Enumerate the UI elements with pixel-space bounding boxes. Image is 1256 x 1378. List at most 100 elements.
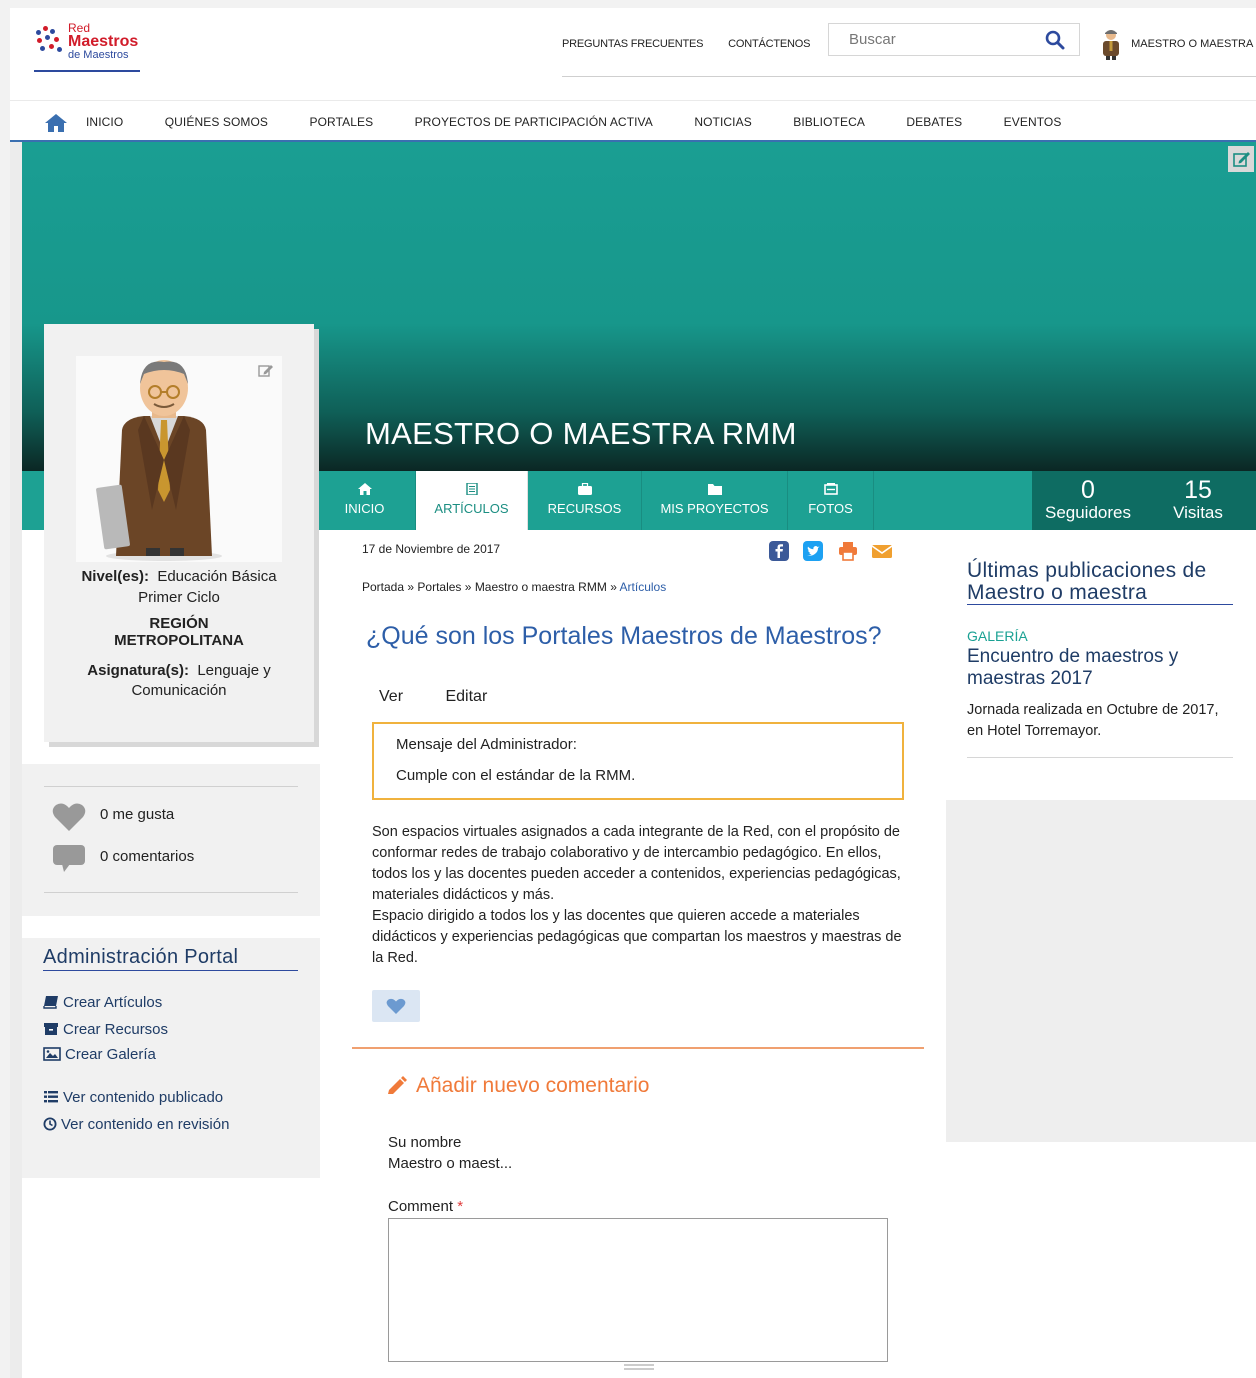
breadcrumb-portada[interactable]: Portada bbox=[362, 580, 404, 594]
home-icon[interactable] bbox=[44, 113, 68, 133]
nav-item-debates[interactable]: DEBATES bbox=[906, 115, 962, 129]
nivel-label: Nivel(es): bbox=[81, 568, 149, 585]
like-button[interactable] bbox=[372, 990, 420, 1022]
add-comment-heading: Añadir nuevo comentario bbox=[386, 1074, 649, 1098]
article-date: 17 de Noviembre de 2017 bbox=[362, 542, 501, 556]
search-input[interactable] bbox=[829, 24, 1029, 55]
comment-textarea[interactable] bbox=[388, 1218, 888, 1362]
textarea-resize-grip[interactable] bbox=[624, 1364, 654, 1370]
share-buttons bbox=[768, 540, 901, 567]
add-comment-title: Añadir nuevo comentario bbox=[416, 1074, 650, 1097]
folder-icon bbox=[707, 484, 722, 495]
create-gallery-label: Crear Galería bbox=[65, 1046, 156, 1063]
contact-link[interactable]: CONTÁCTENOS bbox=[728, 38, 810, 50]
article-title: ¿Qué son los Portales Maestros de Maestr… bbox=[366, 622, 882, 650]
followers-count: 0 bbox=[1081, 476, 1095, 504]
asignatura-row: Asignatura(s): Lenguaje y bbox=[44, 661, 314, 681]
view-published-link[interactable]: Ver contenido publicado bbox=[43, 1089, 223, 1106]
breadcrumb-separator: » bbox=[464, 580, 472, 594]
nav-item-inicio[interactable]: INICIO bbox=[86, 115, 123, 129]
article-paragraph-2: Espacio dirigido a todos los y las docen… bbox=[372, 908, 902, 966]
edit-banner-button[interactable] bbox=[1228, 146, 1254, 172]
nivel-row: Nivel(es): Educación Básica bbox=[44, 567, 314, 587]
nav-item-eventos[interactable]: EVENTOS bbox=[1004, 115, 1062, 129]
nav-item-noticias[interactable]: NOTICIAS bbox=[694, 115, 751, 129]
nav-item-quienes-somos[interactable]: QUIÉNES SOMOS bbox=[165, 115, 268, 129]
nav-item-proyectos[interactable]: PROYECTOS DE PARTICIPACIÓN ACTIVA bbox=[415, 115, 653, 129]
tab-label: FOTOS bbox=[808, 501, 853, 516]
create-resources-link[interactable]: Crear Recursos bbox=[43, 1021, 168, 1038]
breadcrumb-separator: » bbox=[407, 580, 415, 594]
likes-count: 0 me gusta bbox=[100, 806, 175, 823]
logo-dots-icon bbox=[34, 26, 64, 54]
archive-icon bbox=[44, 1023, 58, 1035]
tab-recursos[interactable]: RECURSOS bbox=[528, 471, 642, 530]
search-icon[interactable] bbox=[1045, 30, 1065, 50]
visits-count: 15 bbox=[1184, 476, 1212, 504]
tab-ver[interactable]: Ver bbox=[379, 688, 403, 705]
followers-label: Seguidores bbox=[1044, 503, 1131, 522]
breadcrumb-portales[interactable]: Portales bbox=[417, 580, 461, 594]
home-icon bbox=[357, 483, 372, 495]
heart-icon bbox=[386, 998, 406, 1014]
nivel-value: Educación Básica bbox=[157, 568, 277, 585]
create-resources-label: Crear Recursos bbox=[63, 1021, 169, 1038]
user-menu[interactable]: MAESTRO O MAESTRA ... bbox=[1100, 28, 1256, 60]
site-logo[interactable]: Red Maestros de Maestros bbox=[34, 22, 144, 72]
comment-label-row: Comment * bbox=[388, 1198, 463, 1215]
admin-panel-title: Administración Portal bbox=[43, 946, 298, 971]
followers-stat[interactable]: 0 Seguidores bbox=[1042, 477, 1134, 523]
view-published-label: Ver contenido publicado bbox=[63, 1089, 224, 1106]
logo-text-maestros: Maestros bbox=[68, 33, 139, 50]
comment-bubble-icon bbox=[53, 845, 85, 872]
tab-fotos[interactable]: FOTOS bbox=[788, 471, 874, 530]
left-gutter bbox=[10, 142, 22, 1378]
article-icon bbox=[465, 483, 478, 495]
nav-item-biblioteca[interactable]: BIBLIOTECA bbox=[793, 115, 865, 129]
list-icon bbox=[44, 1091, 58, 1103]
edit-avatar-icon[interactable] bbox=[258, 362, 274, 378]
asignatura-value-2: Comunicación bbox=[131, 682, 227, 699]
portal-stats: 0 Seguidores 15 Visitas bbox=[1032, 471, 1256, 530]
name-label: Su nombre bbox=[388, 1134, 462, 1151]
view-in-review-label: Ver contenido en revisión bbox=[61, 1116, 230, 1133]
heart-icon bbox=[52, 803, 86, 831]
region-line-2: METROPOLITANA bbox=[114, 632, 244, 649]
visits-stat: 15 Visitas bbox=[1162, 477, 1234, 523]
breadcrumb-separator: » bbox=[610, 580, 617, 594]
breadcrumb-current[interactable]: Artículos bbox=[620, 580, 667, 594]
view-in-review-link[interactable]: Ver contenido en revisión bbox=[43, 1116, 229, 1133]
avatar bbox=[96, 360, 222, 561]
comments-count: 0 comentarios bbox=[100, 848, 195, 865]
book-icon bbox=[43, 996, 58, 1009]
profile-card: Nivel(es): Educación Básica Primer Ciclo… bbox=[44, 324, 314, 742]
section-divider bbox=[352, 1047, 924, 1049]
print-icon[interactable] bbox=[837, 540, 859, 562]
search-box bbox=[828, 23, 1080, 56]
header-divider bbox=[562, 76, 1256, 77]
email-icon[interactable] bbox=[871, 540, 893, 562]
twitter-icon[interactable] bbox=[802, 540, 824, 562]
nav-item-portales[interactable]: PORTALES bbox=[309, 115, 373, 129]
facebook-icon[interactable] bbox=[768, 540, 790, 562]
post-title-link[interactable]: Encuentro de maestros y maestras 2017 bbox=[967, 646, 1233, 690]
create-articles-link[interactable]: Crear Artículos bbox=[43, 994, 162, 1011]
tab-editar[interactable]: Editar bbox=[445, 688, 487, 705]
asignatura-value: Lenguaje y bbox=[197, 662, 271, 679]
create-gallery-link[interactable]: Crear Galería bbox=[43, 1046, 156, 1063]
user-avatar-icon bbox=[1103, 30, 1119, 60]
visits-label: Visitas bbox=[1173, 503, 1223, 522]
admin-panel: Administración Portal Crear Artículos Cr… bbox=[22, 938, 320, 1178]
tab-articulos[interactable]: ARTÍCULOS bbox=[416, 471, 528, 530]
asignatura-label: Asignatura(s): bbox=[87, 662, 189, 679]
tab-label: ARTÍCULOS bbox=[434, 501, 509, 516]
faq-link[interactable]: PREGUNTAS FRECUENTES bbox=[562, 38, 703, 50]
breadcrumb-portal[interactable]: Maestro o maestra RMM bbox=[475, 580, 607, 594]
tab-mis-proyectos[interactable]: MIS PROYECTOS bbox=[642, 471, 788, 530]
tab-inicio[interactable]: INICIO bbox=[314, 471, 416, 530]
engagement-box: 0 me gusta 0 comentarios bbox=[22, 764, 320, 916]
user-name: MAESTRO O MAESTRA ... bbox=[1131, 37, 1256, 50]
region-line-1: REGIÓN bbox=[149, 615, 209, 632]
create-articles-label: Crear Artículos bbox=[63, 994, 163, 1011]
article-body: Son espacios virtuales asignados a cada … bbox=[372, 822, 912, 969]
